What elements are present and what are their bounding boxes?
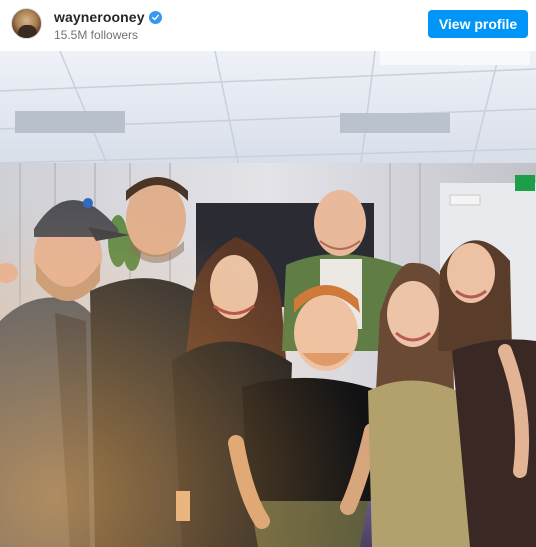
username-row: waynerooney: [54, 9, 162, 25]
follower-count: 15.5M followers: [54, 28, 139, 42]
user-info: waynerooney 15.5M followers: [54, 9, 162, 42]
avatar-shadow: [18, 25, 37, 38]
checkmark-icon: [151, 14, 159, 20]
post-photo[interactable]: [0, 51, 536, 547]
post-header: waynerooney 15.5M followers View profile: [0, 0, 536, 50]
view-profile-button[interactable]: View profile: [428, 10, 528, 38]
group-photo-image: [0, 51, 536, 547]
username-link[interactable]: waynerooney: [54, 9, 145, 25]
warm-light-glow: [0, 51, 536, 547]
verified-badge-icon: [148, 10, 162, 24]
profile-avatar[interactable]: [11, 8, 42, 39]
